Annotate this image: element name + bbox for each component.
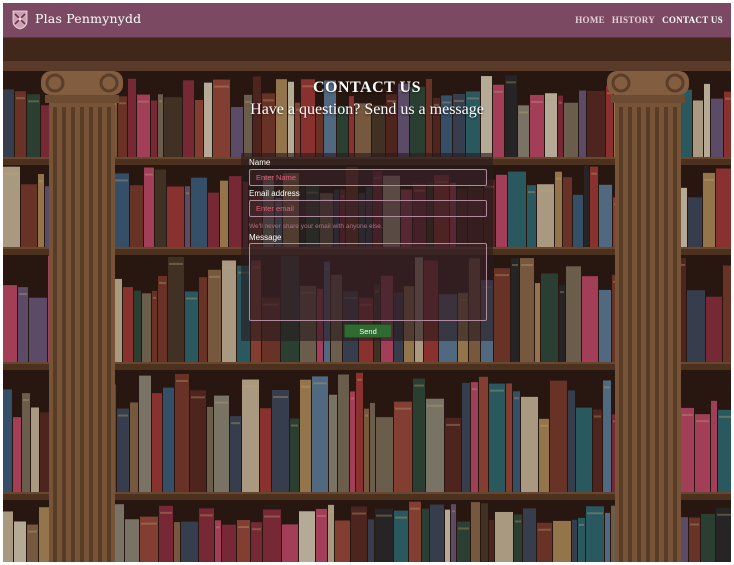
email-label: Email address bbox=[249, 189, 300, 198]
crest-icon[interactable] bbox=[12, 10, 28, 30]
name-input[interactable] bbox=[249, 169, 487, 186]
page-frame: Plas Penmynydd HOME HISTORY CONTACT US C… bbox=[3, 3, 731, 562]
send-button[interactable]: Send bbox=[344, 324, 392, 338]
navbar: Plas Penmynydd HOME HISTORY CONTACT US bbox=[3, 3, 731, 38]
brand-name[interactable]: Plas Penmynydd bbox=[35, 11, 141, 26]
message-label: Message bbox=[249, 233, 282, 242]
name-label: Name bbox=[249, 158, 271, 167]
contact-form: Name Email address We'll never share you… bbox=[3, 3, 731, 562]
nav-link-history[interactable]: HISTORY bbox=[612, 15, 655, 25]
email-input[interactable] bbox=[249, 200, 487, 217]
email-help-text: We'll never share your email with anyone… bbox=[249, 223, 383, 230]
nav-link-home[interactable]: HOME bbox=[575, 15, 605, 25]
nav-links: HOME HISTORY CONTACT US bbox=[575, 15, 723, 25]
message-textarea[interactable] bbox=[249, 243, 487, 321]
nav-link-contact[interactable]: CONTACT US bbox=[662, 15, 723, 25]
